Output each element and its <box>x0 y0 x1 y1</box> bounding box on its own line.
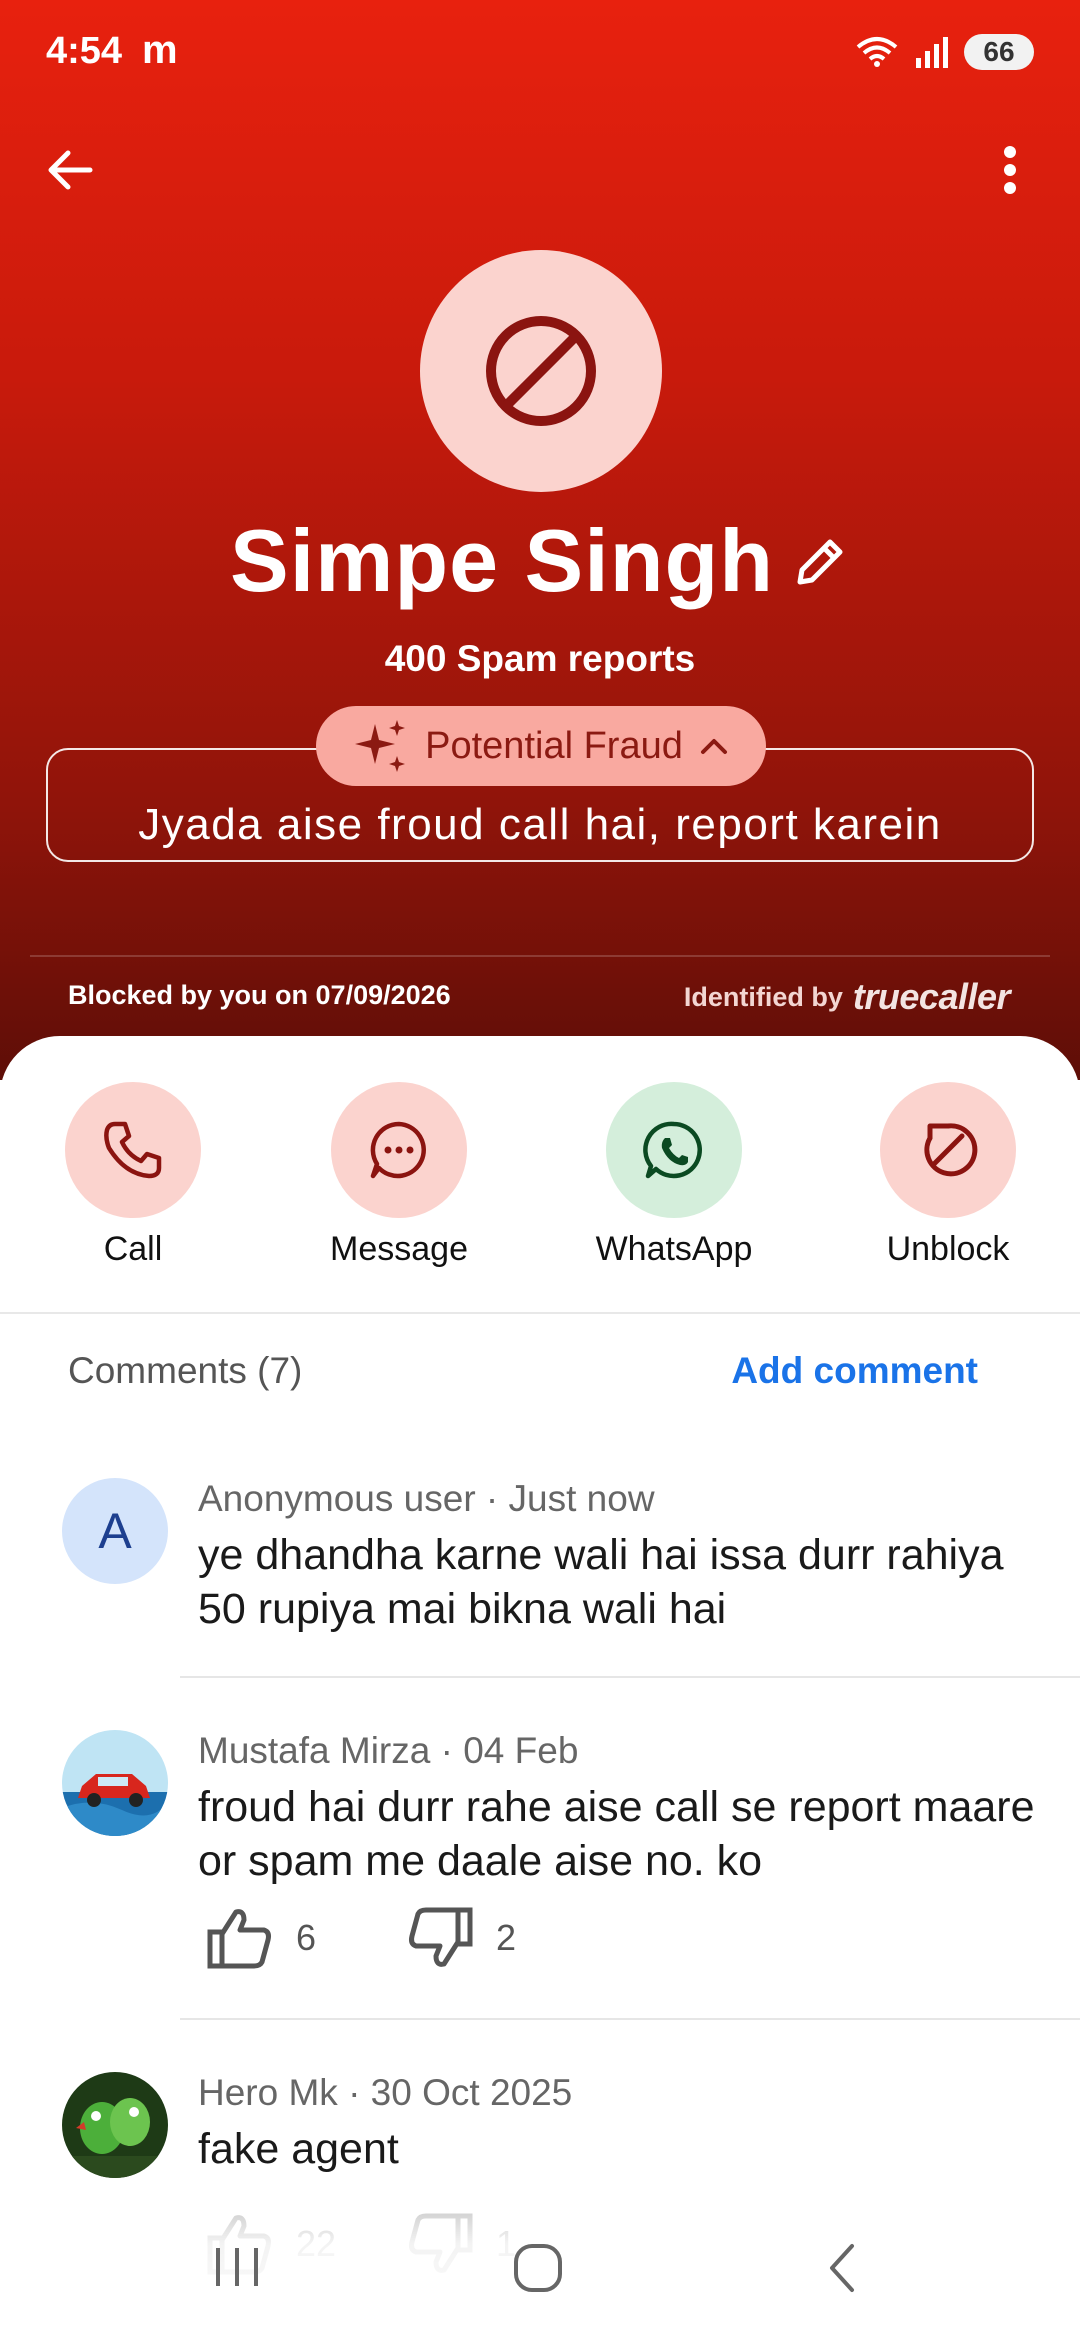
parrot-avatar-image <box>62 2072 168 2178</box>
call-action-circle[interactable] <box>65 1082 201 1218</box>
recent-apps-icon[interactable] <box>210 2242 264 2292</box>
message-action[interactable]: Message <box>299 1082 499 1269</box>
potential-fraud-label: Potential Fraud <box>425 724 683 767</box>
spam-reports-count: 400 Spam reports <box>384 638 696 679</box>
battery-indicator: 66 <box>964 34 1034 70</box>
header-divider <box>30 955 1050 957</box>
identified-by-label: Identified by <box>683 981 843 1012</box>
whatsapp-action-circle[interactable] <box>606 1082 742 1218</box>
whatsapp-label: WhatsApp <box>595 1230 753 1268</box>
carrier-icon: m <box>142 28 178 72</box>
more-options-button[interactable] <box>970 130 1050 210</box>
signal-icon <box>916 37 948 68</box>
thumbs-down-icon[interactable] <box>406 1906 474 1970</box>
add-comment-button[interactable]: Add comment <box>731 1350 978 1392</box>
section-divider <box>0 1312 1080 1314</box>
sparkle-icon <box>355 720 406 772</box>
comment-meta: Hero Mk · 30 Oct 2025 <box>198 2072 573 2113</box>
block-icon <box>486 316 596 426</box>
blocked-avatar <box>420 250 662 492</box>
message-action-circle[interactable] <box>331 1082 467 1218</box>
status-icons: 66 <box>854 34 1034 70</box>
comment-meta: Anonymous user · Just now <box>198 1478 655 1519</box>
like-count: 6 <box>296 1917 317 1958</box>
avatar <box>62 1730 168 1836</box>
comment-divider <box>180 1676 1080 1678</box>
avatar: A <box>62 1478 168 1584</box>
unblock-label: Unblock <box>886 1230 1010 1268</box>
avatar <box>62 2072 168 2178</box>
whatsapp-icon <box>643 1121 702 1179</box>
comment-text: froud hai durr rahe aise call se report … <box>198 1783 1035 1885</box>
arrow-left-icon <box>48 150 93 190</box>
status-time: 4:54 <box>46 30 123 72</box>
comment-meta: Mustafa Mirza · 04 Feb <box>198 1730 579 1771</box>
message-icon <box>370 1121 426 1179</box>
potential-fraud-toggle[interactable]: Potential Fraud <box>316 706 766 786</box>
car-avatar-image <box>62 1730 168 1836</box>
dislike-count: 2 <box>496 1917 517 1958</box>
edit-pencil-icon[interactable] <box>792 532 850 590</box>
more-vertical-icon <box>1004 146 1016 194</box>
contact-name: Simpe Singh <box>230 511 774 610</box>
whatsapp-action[interactable]: WhatsApp <box>574 1082 774 1269</box>
blocked-date-text: Blocked by you on 07/09/2026 <box>68 980 451 1010</box>
message-label: Message <box>330 1230 468 1268</box>
avatar-letter: A <box>98 1503 132 1559</box>
phone-icon <box>104 1121 162 1179</box>
truecaller-logo: truecaller <box>852 976 1011 1017</box>
wifi-icon <box>856 37 898 67</box>
home-icon[interactable] <box>510 2240 566 2296</box>
system-nav-bar <box>0 2220 1080 2340</box>
unblock-icon <box>924 1123 978 1177</box>
identified-by: Identified by truecaller <box>683 976 1011 1018</box>
vote-row: 6 2 <box>206 1906 516 1970</box>
fraud-summary-text: Jyada aise froud call hai, report karein <box>138 800 942 849</box>
name-row: Simpe Singh <box>0 510 1080 612</box>
call-label: Call <box>103 1230 163 1268</box>
comments-title: Comments (7) <box>68 1350 303 1391</box>
back-button[interactable] <box>30 130 110 210</box>
comment-text: fake agent <box>198 2125 399 2173</box>
contact-header: 4:54 m 66 Simpe Singh 400 Spam reports J… <box>0 0 1080 1080</box>
back-nav-icon[interactable] <box>822 2240 862 2296</box>
status-bar: 4:54 m 66 <box>0 0 1080 110</box>
thumbs-up-icon[interactable] <box>206 1906 274 1970</box>
chevron-up-icon <box>700 739 727 754</box>
comment-text: ye dhandha karne wali hai issa durr rahi… <box>198 1531 1004 1633</box>
call-action[interactable]: Call <box>33 1082 233 1269</box>
unblock-action-circle[interactable] <box>880 1082 1016 1218</box>
unblock-action[interactable]: Unblock <box>848 1082 1048 1269</box>
comment-divider <box>180 2018 1080 2020</box>
